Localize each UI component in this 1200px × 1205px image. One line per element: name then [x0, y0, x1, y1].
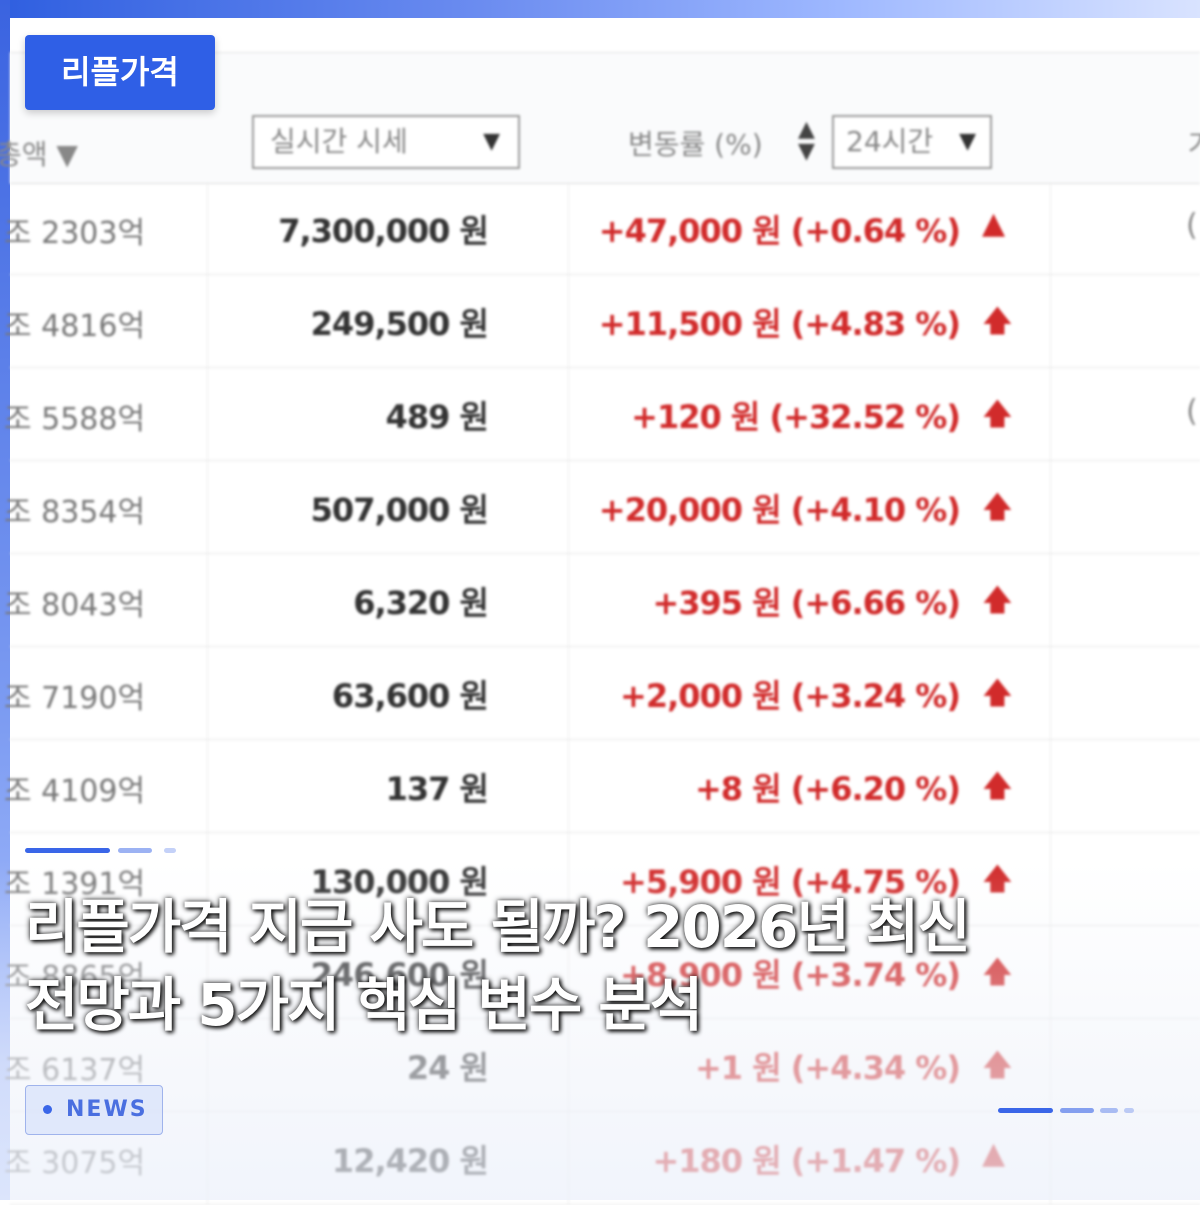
table-row[interactable]: 조 8354억 507,000 원 +20,000 원 (+4.10 %) 🡅: [4, 461, 1200, 554]
column-divider: [568, 461, 569, 554]
headline: 리플가격 지금 사도 될까? 2026년 최신 전망과 5가지 핵심 변수 분석: [25, 888, 1175, 1044]
table-row[interactable]: 조 4816억 249,500 원 +11,500 원 (+4.83 %) 🡅: [4, 275, 1200, 368]
headline-line-2: 전망과 5가지 핵심 변수 분석: [25, 971, 703, 1039]
period-select-value: 24시간: [846, 125, 934, 158]
column-divider: [568, 647, 569, 740]
market-cap-cell: 조 4109억: [4, 774, 146, 809]
up-arrow-icon: 🡅: [982, 769, 1013, 804]
column-divider: [568, 740, 569, 833]
deco-bar: [998, 1108, 1053, 1113]
column-divider: [207, 647, 208, 740]
price-cell: 137 원: [385, 770, 489, 808]
deco-bar: [164, 848, 176, 853]
column-divider: [1050, 368, 1051, 461]
view-select-value: 실시간 시세: [270, 125, 408, 158]
change-cell: +20,000 원 (+4.10 %): [598, 491, 961, 529]
column-divider: [207, 740, 208, 833]
header-right-cut: 거: [1188, 123, 1200, 163]
price-cell: 6,320 원: [353, 584, 489, 622]
table-row[interactable]: 조 8043억 6,320 원 +395 원 (+6.66 %) 🡅: [4, 554, 1200, 647]
dot-icon: [43, 1105, 52, 1114]
table-row[interactable]: 조 2303억 7,300,000 원 +47,000 원 (+0.64 %) ▲ (: [4, 182, 1200, 275]
news-badge-label: NEWS: [66, 1097, 148, 1122]
column-divider: [568, 275, 569, 368]
table-row[interactable]: 조 4109억 137 원 +8 원 (+6.20 %) 🡅: [4, 740, 1200, 833]
column-divider: [1050, 182, 1051, 275]
up-arrow-icon: ▲: [982, 206, 1006, 241]
price-cell: 63,600 원: [331, 677, 489, 715]
change-cell: +395 원 (+6.66 %): [652, 584, 961, 622]
row-right-cut: (: [1186, 208, 1198, 243]
change-cell: +47,000 원 (+0.64 %): [598, 212, 961, 250]
column-divider: [1050, 275, 1051, 368]
chevron-down-icon: ▼: [959, 129, 976, 154]
deco-bar: [1060, 1108, 1094, 1113]
column-divider: [207, 182, 208, 275]
deco-bar: [118, 848, 152, 853]
change-cell: +120 원 (+32.52 %): [631, 398, 961, 436]
sort-label[interactable]: 총액 ▼: [0, 133, 78, 173]
deco-bar: [1124, 1108, 1134, 1113]
news-badge: NEWS: [25, 1085, 163, 1135]
market-cap-cell: 조 5588억: [4, 402, 146, 437]
up-arrow-icon: 🡅: [982, 397, 1013, 432]
market-cap-cell: 조 4816억: [4, 309, 146, 344]
change-cell: +11,500 원 (+4.83 %): [598, 305, 961, 343]
sort-updown-icon[interactable]: ▲ ▼: [798, 119, 815, 163]
deco-bar: [25, 848, 110, 853]
column-divider: [1050, 740, 1051, 833]
change-rate-label: 변동률 (%): [628, 128, 763, 161]
column-divider: [1050, 647, 1051, 740]
table-row[interactable]: 조 5588억 489 원 +120 원 (+32.52 %) 🡅 (: [4, 368, 1200, 461]
column-divider: [207, 461, 208, 554]
column-divider: [1050, 461, 1051, 554]
price-cell: 249,500 원: [310, 305, 489, 343]
column-divider: [207, 554, 208, 647]
price-cell: 7,300,000 원: [278, 212, 489, 250]
column-divider: [568, 368, 569, 461]
change-cell: +8 원 (+6.20 %): [694, 770, 961, 808]
market-cap-cell: 조 7190억: [4, 681, 146, 716]
change-cell: +2,000 원 (+3.24 %): [620, 677, 961, 715]
column-divider: [207, 275, 208, 368]
up-arrow-icon: 🡅: [982, 583, 1013, 618]
market-cap-cell: 조 8043억: [4, 588, 146, 623]
price-cell: 489 원: [385, 398, 489, 436]
price-cell: 507,000 원: [310, 491, 489, 529]
column-divider: [568, 554, 569, 647]
category-tag[interactable]: 리플가격: [25, 35, 215, 110]
market-cap-cell: 조 8354억: [4, 495, 146, 530]
table-row[interactable]: 조 7190억 63,600 원 +2,000 원 (+3.24 %) 🡅: [4, 647, 1200, 740]
view-select[interactable]: 실시간 시세 ▼: [252, 115, 520, 169]
column-divider: [568, 182, 569, 275]
up-arrow-icon: 🡅: [982, 676, 1013, 711]
column-divider: [1050, 554, 1051, 647]
up-arrow-icon: 🡅: [982, 490, 1013, 525]
column-divider: [207, 368, 208, 461]
row-right-cut: (: [1186, 394, 1198, 429]
headline-line-1: 리플가격 지금 사도 될까? 2026년 최신: [25, 893, 971, 961]
chevron-down-icon: ▼: [483, 129, 500, 154]
top-gradient-strip: [0, 0, 1200, 18]
deco-bar: [1100, 1108, 1118, 1113]
market-cap-cell: 조 2303억: [4, 216, 146, 251]
up-arrow-icon: 🡅: [982, 304, 1013, 339]
period-select[interactable]: 24시간 ▼: [832, 115, 992, 169]
